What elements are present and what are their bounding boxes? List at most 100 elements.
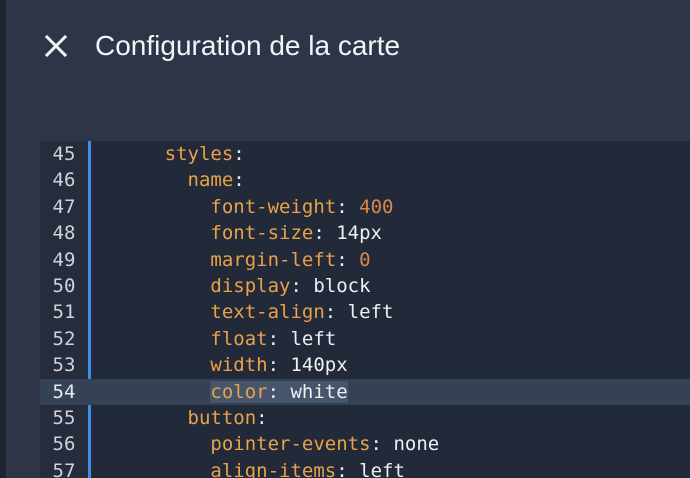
code-line[interactable]: 46 name:: [40, 167, 690, 193]
code-lines: 45 styles: 46 name: 47 font-weight: 400 48 …: [40, 141, 690, 478]
yaml-colon: :: [290, 274, 314, 297]
dialog-header: Configuration de la carte: [6, 0, 690, 92]
close-button[interactable]: [38, 28, 74, 64]
line-number: 53: [52, 354, 76, 377]
yaml-colon: :: [256, 406, 268, 429]
yaml-value: 0: [359, 248, 371, 271]
code-line[interactable]: 47 font-weight: 400: [40, 194, 690, 220]
selected-text: color: white: [210, 380, 348, 403]
line-number: 52: [52, 327, 76, 350]
line-content: display: block: [210, 275, 370, 297]
code-text: color: white: [96, 379, 348, 405]
yaml-colon: :: [267, 327, 291, 350]
line-number: 49: [52, 248, 76, 271]
code-line[interactable]: 51 text-align: left: [40, 299, 690, 325]
code-line[interactable]: 54 color: white: [40, 378, 690, 405]
yaml-key: margin-left: [210, 248, 337, 271]
yaml-key: float: [210, 327, 268, 350]
code-line[interactable]: 50 display: block: [40, 273, 690, 299]
line-number: 50: [52, 274, 76, 297]
yaml-key: pointer-events: [210, 433, 371, 456]
yaml-key: display: [210, 274, 291, 297]
yaml-key: width: [210, 354, 268, 377]
yaml-colon: :: [233, 169, 245, 192]
line-number: 54: [52, 380, 76, 403]
line-content: float: left: [210, 328, 336, 350]
yaml-key: font-weight: [210, 195, 337, 218]
card-configuration-dialog: Configuration de la carte 45 styles: 46 n…: [6, 0, 690, 478]
code-line[interactable]: 56 pointer-events: none: [40, 431, 690, 457]
code-text: font-weight: 400: [96, 194, 393, 220]
code-text: align-items: left: [96, 458, 405, 478]
line-content: pointer-events: none: [210, 433, 439, 455]
code-text: float: left: [96, 326, 336, 352]
code-text: styles:: [96, 141, 245, 167]
line-number: 45: [52, 143, 76, 165]
code-line[interactable]: 49 margin-left: 0: [40, 247, 690, 273]
yaml-code-editor[interactable]: 45 styles: 46 name: 47 font-weight: 400 48 …: [40, 141, 690, 478]
line-number: 57: [52, 459, 76, 478]
yaml-value: white: [290, 380, 348, 403]
yaml-colon: :: [370, 433, 394, 456]
yaml-colon: :: [267, 354, 291, 377]
code-line[interactable]: 57 align-items: left: [40, 458, 690, 478]
code-text: pointer-events: none: [96, 431, 439, 457]
code-line[interactable]: 55 button:: [40, 405, 690, 431]
yaml-value: left: [347, 301, 394, 324]
dialog-title: Configuration de la carte: [95, 30, 401, 61]
line-content: button:: [188, 407, 268, 429]
line-content: name:: [188, 169, 245, 191]
code-text: margin-left: 0: [96, 247, 370, 273]
yaml-value: 14px: [336, 222, 382, 245]
yaml-colon: :: [313, 222, 337, 245]
yaml-key: button: [187, 406, 257, 429]
line-number: 46: [52, 169, 76, 192]
line-number: 51: [52, 301, 76, 324]
yaml-key: name: [187, 169, 234, 192]
yaml-colon: :: [324, 301, 348, 324]
line-number: 56: [52, 433, 76, 456]
yaml-colon: :: [233, 143, 245, 165]
yaml-colon: :: [336, 248, 360, 271]
line-content: font-size: 14px: [210, 222, 382, 244]
yaml-value: left: [359, 459, 405, 478]
line-number: 55: [52, 406, 76, 429]
code-text: button:: [96, 405, 268, 431]
line-content: styles:: [165, 143, 245, 165]
yaml-value: none: [393, 433, 440, 456]
code-line[interactable]: 45 styles:: [40, 141, 690, 167]
yaml-value: 140px: [290, 354, 348, 377]
line-content: align-items: left: [210, 460, 405, 478]
line-content: width: 140px: [210, 354, 347, 376]
close-icon: [44, 34, 68, 58]
line-number: 48: [52, 222, 76, 245]
code-line[interactable]: 53 width: 140px: [40, 352, 690, 378]
yaml-key: styles: [164, 143, 234, 165]
code-text: font-size: 14px: [96, 220, 382, 246]
yaml-value: 400: [359, 195, 394, 218]
yaml-colon: :: [336, 195, 360, 218]
yaml-value: left: [290, 327, 337, 350]
code-text: text-align: left: [96, 299, 393, 325]
yaml-colon: :: [267, 380, 291, 403]
yaml-key: color: [210, 380, 268, 403]
code-line[interactable]: 52 float: left: [40, 326, 690, 352]
code-text: display: block: [96, 273, 370, 299]
code-line[interactable]: 48 font-size: 14px: [40, 220, 690, 246]
code-text: width: 140px: [96, 352, 347, 378]
line-number: 47: [52, 195, 76, 218]
line-content: text-align: left: [210, 301, 393, 323]
line-content: margin-left: 0: [210, 249, 370, 271]
yaml-key: text-align: [210, 301, 325, 324]
